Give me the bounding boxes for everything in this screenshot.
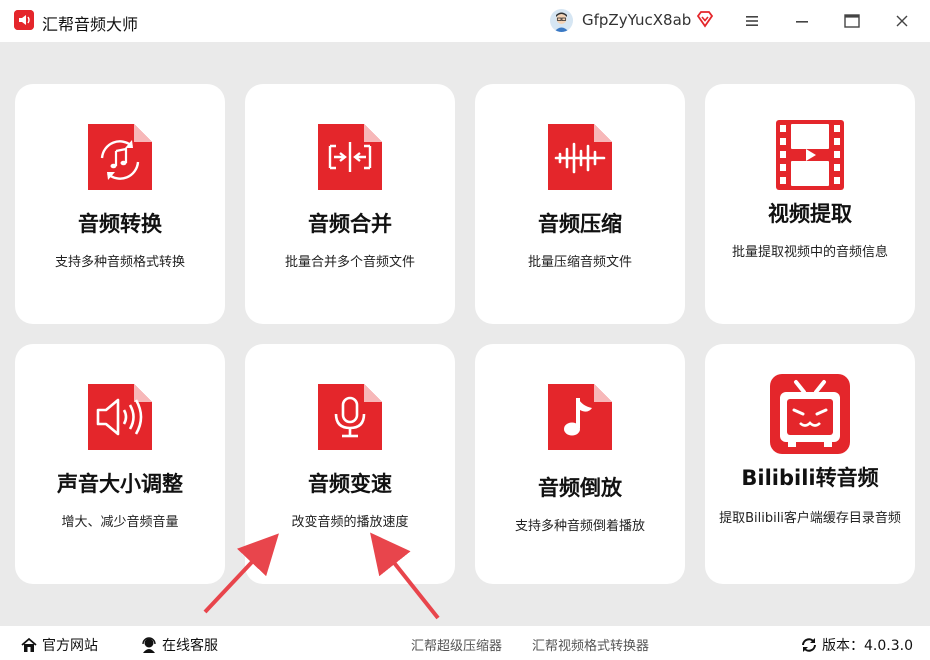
close-icon[interactable] <box>892 11 912 31</box>
card-audio-compress[interactable]: 音频压缩 批量压缩音频文件 <box>475 84 685 324</box>
refresh-icon <box>802 638 816 652</box>
music-note-icon <box>548 384 612 450</box>
menu-icon[interactable] <box>742 11 762 31</box>
card-title: 声音大小调整 <box>57 472 183 496</box>
username[interactable]: GfpZyYucX8ab <box>582 11 691 29</box>
card-audio-merge[interactable]: 音频合并 批量合并多个音频文件 <box>245 84 455 324</box>
card-description: 支持多种音频格式转换 <box>54 255 185 270</box>
official-site-link[interactable]: 官方网站 <box>20 635 98 655</box>
maximize-icon[interactable] <box>842 11 862 31</box>
official-site-label: 官方网站 <box>42 638 98 654</box>
card-title: 视频提取 <box>768 202 852 226</box>
card-title: Bilibili转音频 <box>741 466 879 490</box>
card-volume-adjust[interactable]: 声音大小调整 增大、减少音频音量 <box>15 344 225 584</box>
card-bilibili[interactable]: Bilibili转音频 提取Bilibili客户端缓存目录音频 <box>705 344 915 584</box>
app-title: 汇帮音频大师 <box>42 15 139 34</box>
card-description: 批量合并多个音频文件 <box>284 255 415 270</box>
card-description: 批量压缩音频文件 <box>527 255 632 270</box>
online-service-link[interactable]: 在线客服 <box>140 635 218 655</box>
audio-convert-icon <box>88 124 152 190</box>
card-audio-reverse[interactable]: 音频倒放 支持多种音频倒着播放 <box>475 344 685 584</box>
home-icon <box>21 637 37 652</box>
audio-merge-icon <box>318 124 382 190</box>
card-title: 音频变速 <box>308 472 392 496</box>
card-title: 音频压缩 <box>538 212 622 236</box>
video-film-icon <box>776 120 844 190</box>
microphone-icon <box>318 384 382 450</box>
card-description: 提取Bilibili客户端缓存目录音频 <box>719 511 901 526</box>
bilibili-tv-icon <box>770 374 850 454</box>
speaker-icon <box>88 384 152 450</box>
online-service-label: 在线客服 <box>162 638 218 654</box>
card-description: 支持多种音频倒着播放 <box>514 519 645 534</box>
version-info[interactable]: 版本：4.0.3.0 <box>800 635 913 655</box>
customer-service-icon <box>142 637 156 653</box>
version-label: 版本：4.0.3.0 <box>822 638 913 654</box>
card-description: 批量提取视频中的音频信息 <box>731 245 888 260</box>
minimize-icon[interactable] <box>792 11 812 31</box>
card-description: 增大、减少音频音量 <box>61 515 179 530</box>
card-video-extract[interactable]: 视频提取 批量提取视频中的音频信息 <box>705 84 915 324</box>
avatar[interactable] <box>550 9 573 32</box>
video-converter-link[interactable]: 汇帮视频格式转换器 <box>532 635 649 654</box>
card-title: 音频转换 <box>78 212 162 236</box>
card-audio-convert[interactable]: 音频转换 支持多种音频格式转换 <box>15 84 225 324</box>
vip-diamond-icon[interactable] <box>696 10 714 28</box>
card-title: 音频合并 <box>308 212 392 236</box>
bottom-bar: 官方网站 在线客服 汇帮超级压缩器 汇帮视频格式转换器 版本：4.0.3.0 <box>0 626 930 660</box>
compressor-link[interactable]: 汇帮超级压缩器 <box>411 635 502 654</box>
app-logo-icon <box>14 10 34 30</box>
card-description: 改变音频的播放速度 <box>291 515 409 530</box>
card-title: 音频倒放 <box>538 476 622 500</box>
audio-compress-icon <box>548 124 612 190</box>
title-bar: 汇帮音频大师 GfpZyYucX8ab <box>0 0 930 42</box>
card-audio-speed[interactable]: 音频变速 改变音频的播放速度 <box>245 344 455 584</box>
